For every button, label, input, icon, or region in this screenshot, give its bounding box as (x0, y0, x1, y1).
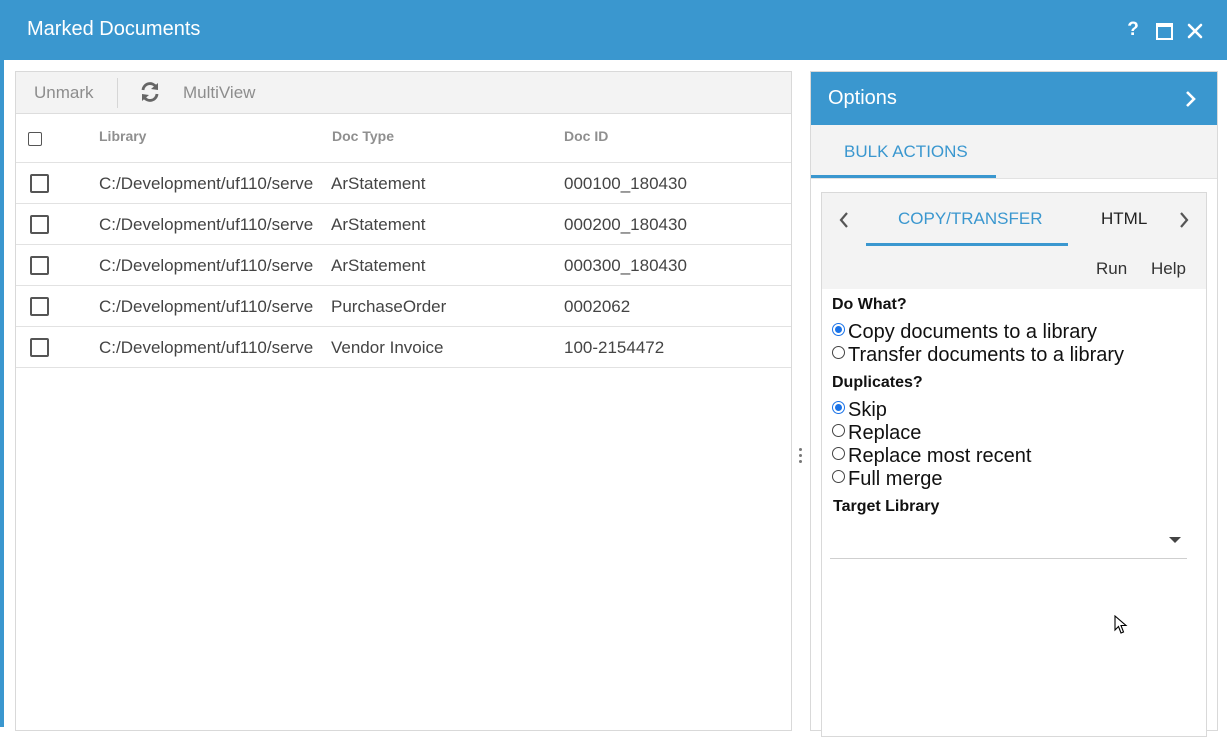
chevron-right-icon[interactable] (1178, 211, 1190, 229)
row-checkbox[interactable] (30, 215, 49, 234)
radio-button-selected[interactable] (832, 401, 845, 414)
marked-documents-pane: Unmark MultiView Library Doc Type Doc ID… (15, 71, 792, 731)
radio-label: Full merge (848, 468, 943, 490)
tab-html[interactable]: HTML (1101, 209, 1147, 229)
pane-splitter-handle[interactable] (799, 448, 803, 464)
radio-button[interactable] (832, 470, 845, 483)
column-header-doc-type[interactable]: Doc Type (332, 128, 394, 144)
cell-doc-type: Vendor Invoice (331, 338, 444, 357)
table-row[interactable]: C:/Development/uf110/serve ArStatement 0… (16, 204, 791, 245)
column-header-doc-id[interactable]: Doc ID (564, 128, 608, 144)
radio-label: Copy documents to a library (848, 321, 1098, 343)
select-all-checkbox[interactable] (28, 132, 42, 146)
radio-label: Skip (848, 399, 887, 421)
multiview-button[interactable]: MultiView (183, 83, 255, 103)
radio-transfer-documents[interactable]: Transfer documents to a library (832, 344, 1124, 366)
refresh-icon (141, 82, 159, 102)
cell-doc-id: 000100_180430 (564, 174, 687, 193)
radio-replace[interactable]: Replace (832, 422, 921, 444)
target-library-label: Target Library (833, 498, 940, 515)
table-row[interactable]: C:/Development/uf110/serve Vendor Invoic… (16, 327, 791, 368)
chevron-right-icon[interactable] (1183, 89, 1199, 109)
dropdown-arrow-icon[interactable] (1169, 537, 1181, 543)
radio-label: Transfer documents to a library (848, 344, 1125, 366)
row-checkbox[interactable] (30, 338, 49, 357)
mouse-cursor-icon (1114, 615, 1128, 634)
radio-copy-documents[interactable]: Copy documents to a library (832, 321, 1097, 343)
target-library-select[interactable] (830, 521, 1187, 558)
cell-doc-type: PurchaseOrder (331, 297, 447, 316)
cell-doc-id: 000300_180430 (564, 256, 687, 275)
table-row[interactable]: C:/Development/uf110/serve ArStatement 0… (16, 245, 791, 286)
radio-full-merge[interactable]: Full merge (832, 468, 942, 490)
maximize-icon (1155, 22, 1173, 40)
duplicates-label: Duplicates? (832, 374, 923, 391)
toolbar: Unmark MultiView (16, 72, 791, 114)
options-pane: Options BULK ACTIONS COPY/TRANSFER HTML … (810, 71, 1218, 737)
run-button[interactable]: Run (1096, 259, 1127, 279)
radio-label: Replace (848, 422, 922, 444)
action-tabstrip: COPY/TRANSFER HTML (822, 193, 1206, 247)
row-checkbox[interactable] (30, 297, 49, 316)
table-row[interactable]: C:/Development/uf110/serve PurchaseOrder… (16, 286, 791, 327)
cell-doc-type: ArStatement (331, 256, 426, 275)
radio-label: Replace most recent (848, 445, 1032, 467)
refresh-button[interactable] (139, 81, 161, 103)
bulk-actions-tabbar: BULK ACTIONS (811, 125, 1217, 179)
grid-header: Library Doc Type Doc ID (16, 114, 791, 163)
options-header[interactable]: Options (811, 72, 1217, 125)
cell-doc-type: ArStatement (331, 174, 426, 193)
window-title: Marked Documents (27, 18, 201, 40)
close-button[interactable] (1184, 20, 1206, 42)
toolbar-separator (117, 78, 118, 108)
select-underline (830, 558, 1187, 559)
radio-button-selected[interactable] (832, 323, 845, 336)
maximize-button[interactable] (1154, 20, 1174, 42)
row-checkbox[interactable] (30, 174, 49, 193)
radio-button[interactable] (832, 346, 845, 359)
cell-library: C:/Development/uf110/serve (99, 297, 314, 316)
cell-library: C:/Development/uf110/serve (99, 338, 314, 357)
cell-library: C:/Development/uf110/serve (99, 215, 314, 234)
do-what-label: Do What? (832, 296, 907, 313)
radio-skip[interactable]: Skip (832, 399, 887, 421)
action-bar: Run Help (822, 246, 1206, 289)
radio-button[interactable] (832, 447, 845, 460)
column-header-library[interactable]: Library (99, 128, 146, 144)
help-button[interactable]: ? (1123, 19, 1143, 41)
window-border (0, 0, 4, 727)
tab-active-indicator (811, 175, 996, 178)
help-link[interactable]: Help (1151, 259, 1186, 279)
cell-doc-id: 100-2154472 (564, 338, 665, 357)
close-icon (1187, 23, 1203, 39)
tab-bulk-actions[interactable]: BULK ACTIONS (844, 142, 968, 162)
radio-replace-most-recent[interactable]: Replace most recent (832, 445, 1031, 467)
tab-copy-transfer[interactable]: COPY/TRANSFER (898, 209, 1043, 229)
cell-doc-id: 000200_180430 (564, 215, 687, 234)
row-checkbox[interactable] (30, 256, 49, 275)
cell-doc-id: 0002062 (564, 297, 631, 316)
bulk-action-panel: COPY/TRANSFER HTML Run Help Do What? Cop… (821, 192, 1207, 737)
cell-doc-type: ArStatement (331, 215, 426, 234)
table-row[interactable]: C:/Development/uf110/serve ArStatement 0… (16, 163, 791, 204)
radio-button[interactable] (832, 424, 845, 437)
options-title: Options (828, 87, 897, 109)
cell-library: C:/Development/uf110/serve (99, 256, 314, 275)
title-bar: Marked Documents ? (4, 0, 1227, 60)
unmark-button[interactable]: Unmark (34, 83, 94, 103)
cell-library: C:/Development/uf110/serve (99, 174, 314, 193)
chevron-left-icon[interactable] (838, 211, 850, 229)
